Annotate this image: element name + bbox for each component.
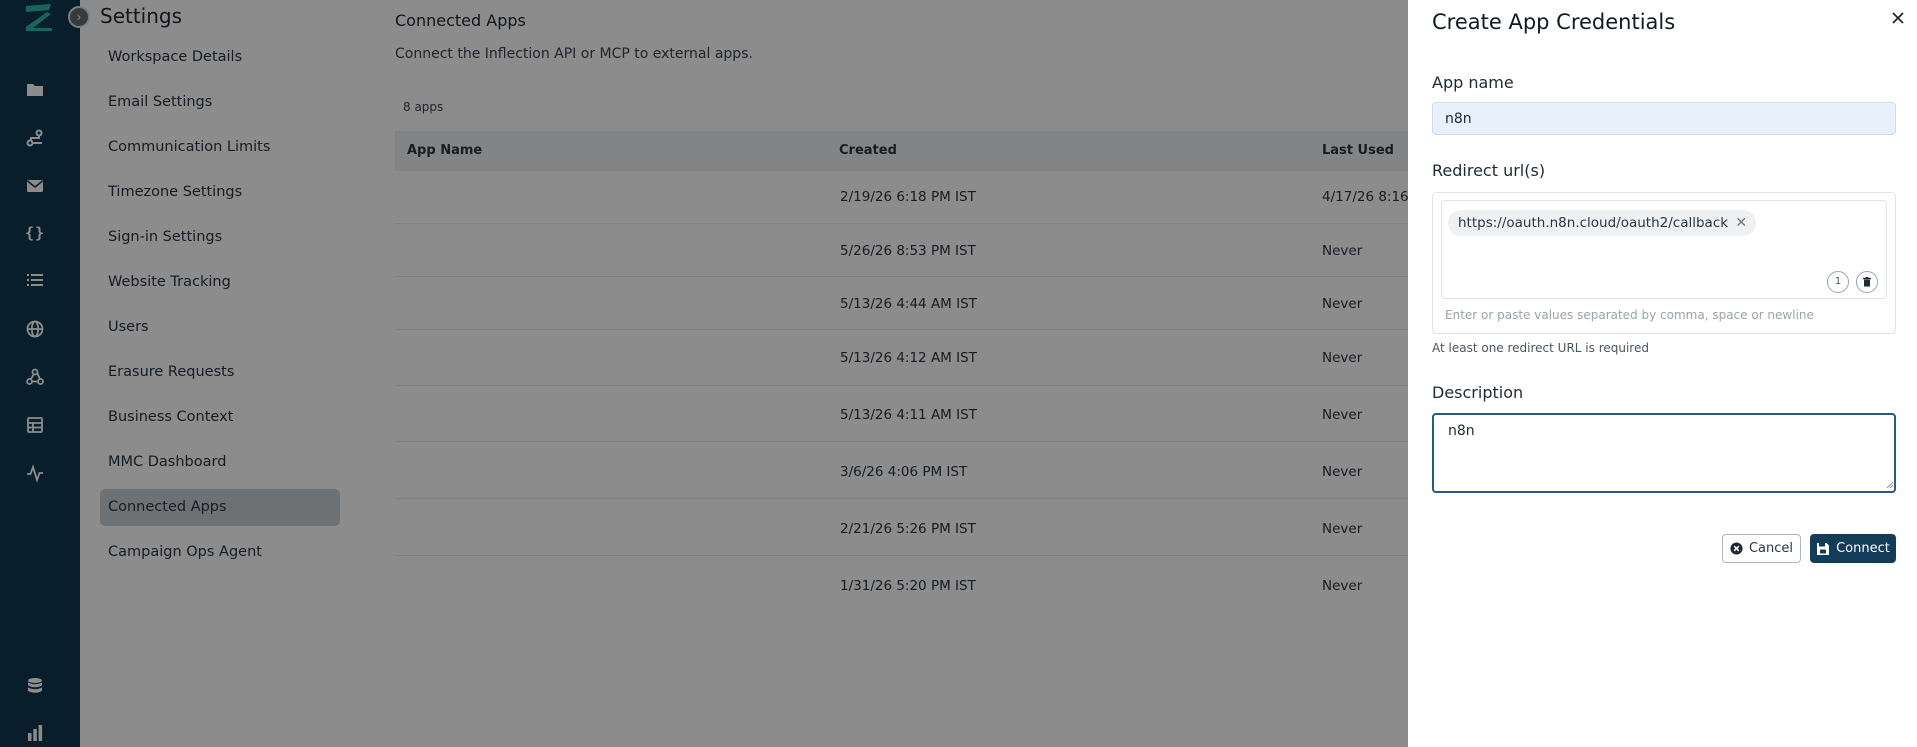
redirect-count-badge: 1 [1827, 271, 1849, 293]
app-name-input[interactable] [1432, 102, 1896, 135]
redirect-urls-field[interactable]: https://oauth.n8n.cloud/oauth2/callback … [1432, 192, 1896, 334]
app-name-label: App name [1432, 73, 1514, 92]
drawer-title: Create App Credentials [1432, 10, 1676, 34]
redirect-input-placeholder[interactable]: Enter or paste values separated by comma… [1445, 308, 1814, 322]
connect-button[interactable]: Connect [1810, 534, 1896, 563]
redirect-url-chip[interactable]: https://oauth.n8n.cloud/oauth2/callback … [1448, 210, 1757, 236]
redirect-url-chip-label: https://oauth.n8n.cloud/oauth2/callback [1458, 215, 1729, 231]
clear-redirects-button[interactable] [1856, 271, 1878, 293]
modal-backdrop[interactable] [0, 0, 1408, 747]
resize-grip-icon[interactable] [1886, 481, 1894, 489]
trash-icon [1863, 277, 1871, 287]
save-icon [1817, 542, 1830, 555]
redirect-urls-label: Redirect url(s) [1432, 161, 1546, 180]
close-icon [1892, 12, 1904, 24]
redirect-helper-text: At least one redirect URL is required [1432, 341, 1649, 355]
cancel-button-label: Cancel [1748, 541, 1794, 556]
connect-button-label: Connect [1836, 541, 1890, 556]
description-label: Description [1432, 383, 1524, 402]
close-button[interactable] [1886, 6, 1910, 30]
description-textarea[interactable] [1432, 413, 1896, 493]
cancel-circle-icon [1730, 542, 1743, 555]
chip-remove-icon[interactable]: ✕ [1735, 210, 1747, 236]
cancel-button[interactable]: Cancel [1722, 534, 1801, 563]
create-app-credentials-drawer: Create App Credentials App name Redirect… [1408, 0, 1917, 747]
redirect-url-list[interactable]: https://oauth.n8n.cloud/oauth2/callback … [1441, 200, 1887, 299]
